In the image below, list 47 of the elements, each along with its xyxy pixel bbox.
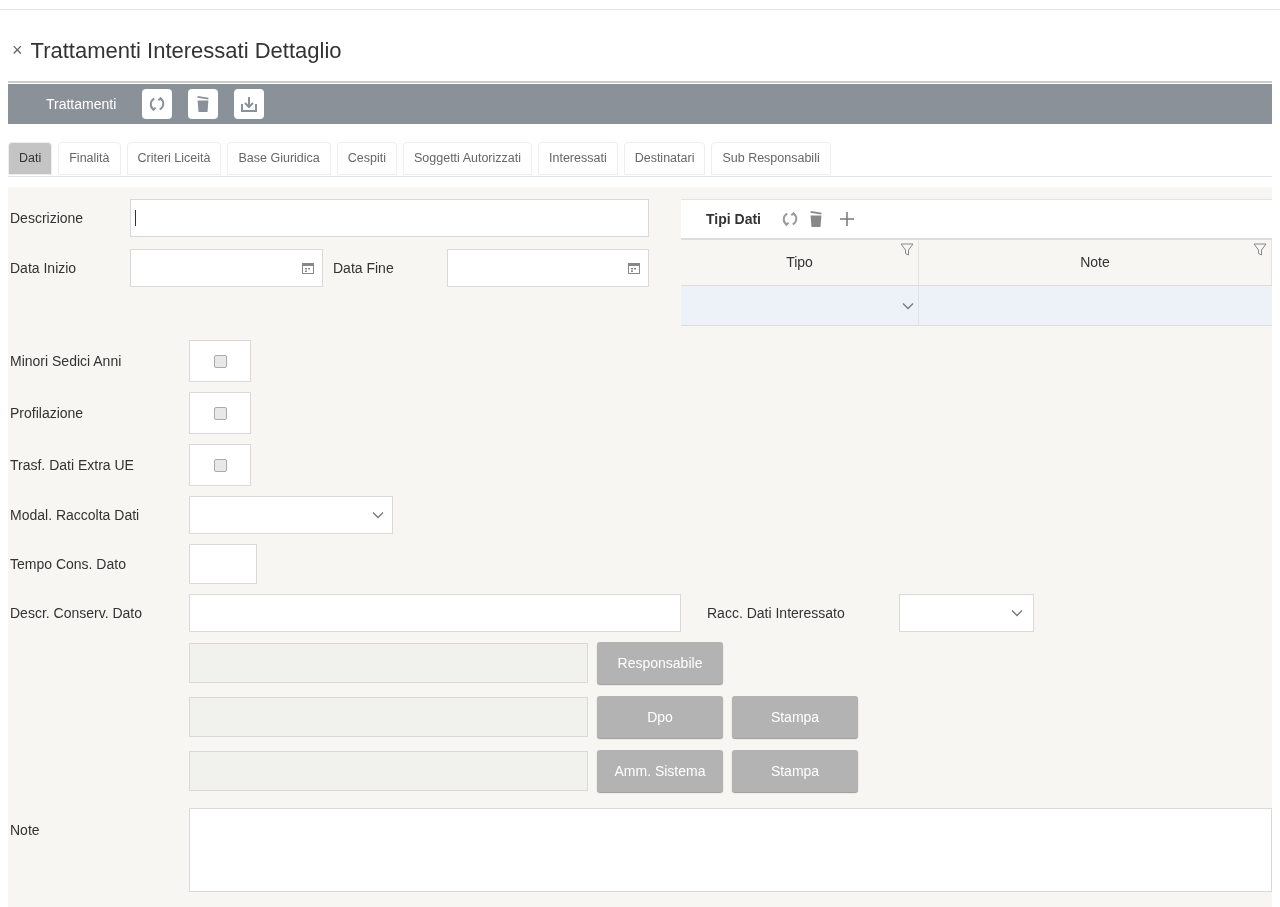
calendar-icon[interactable] — [302, 262, 314, 274]
field-label: Tempo Cons. Dato — [10, 554, 127, 574]
close-button[interactable]: × — [12, 37, 23, 64]
date-input[interactable] — [130, 249, 323, 287]
field-label: Minori Sedici Anni — [10, 351, 123, 371]
tab[interactable]: Interessati — [538, 142, 618, 175]
refresh-icon[interactable] — [148, 95, 167, 113]
grid-title: Tipi Dati — [706, 209, 761, 229]
refresh-button[interactable] — [142, 89, 173, 119]
select-field[interactable] — [189, 496, 393, 534]
chevron-down-icon[interactable] — [372, 511, 384, 519]
field-label: Modal. Raccolta Dati — [10, 505, 141, 525]
chevron-down-icon[interactable] — [1011, 609, 1023, 617]
select-field[interactable] — [899, 594, 1034, 632]
tab[interactable]: Cespiti — [336, 142, 397, 175]
notes-textarea[interactable] — [189, 808, 1272, 892]
field-label: Trasf. Dati Extra UE — [10, 455, 135, 475]
field-label: Profilazione — [10, 403, 85, 423]
tab[interactable]: Destinatari — [623, 142, 706, 175]
tab[interactable]: Finalità — [58, 142, 121, 175]
checkbox[interactable] — [213, 458, 227, 472]
delete-button[interactable] — [188, 89, 219, 119]
toolbar-title: Trattamenti — [46, 94, 117, 114]
tab[interactable]: Base Giuridica — [227, 142, 331, 175]
description-input[interactable] — [130, 199, 649, 237]
field-label: Descr. Conserv. Dato — [10, 603, 143, 623]
field-label: Data Inizio — [10, 258, 78, 278]
chevron-down-icon[interactable] — [902, 301, 914, 310]
checkbox[interactable] — [213, 406, 227, 420]
field-label: Descrizione — [10, 208, 85, 228]
tab[interactable]: Sub Responsabili — [711, 142, 831, 175]
date-input[interactable] — [447, 249, 649, 287]
text-input[interactable] — [189, 544, 257, 584]
page-title: Trattamenti Interessati Dettaglio — [30, 37, 342, 65]
filter-icon[interactable] — [1253, 243, 1267, 257]
field-label: Data Fine — [332, 258, 395, 278]
add-icon[interactable] — [838, 211, 855, 227]
tab[interactable]: Soggetti Autorizzati — [403, 142, 532, 175]
checkbox[interactable] — [213, 354, 227, 368]
field-label: Note — [10, 821, 41, 840]
text-input[interactable] — [189, 594, 681, 632]
refresh-icon[interactable] — [780, 210, 799, 228]
tab[interactable]: Criteri Liceità — [126, 142, 222, 175]
calendar-icon[interactable] — [628, 262, 640, 274]
field-label: Racc. Dati Interessato — [707, 603, 846, 623]
filter-icon[interactable] — [900, 243, 914, 257]
tab[interactable]: Dati — [8, 142, 53, 175]
